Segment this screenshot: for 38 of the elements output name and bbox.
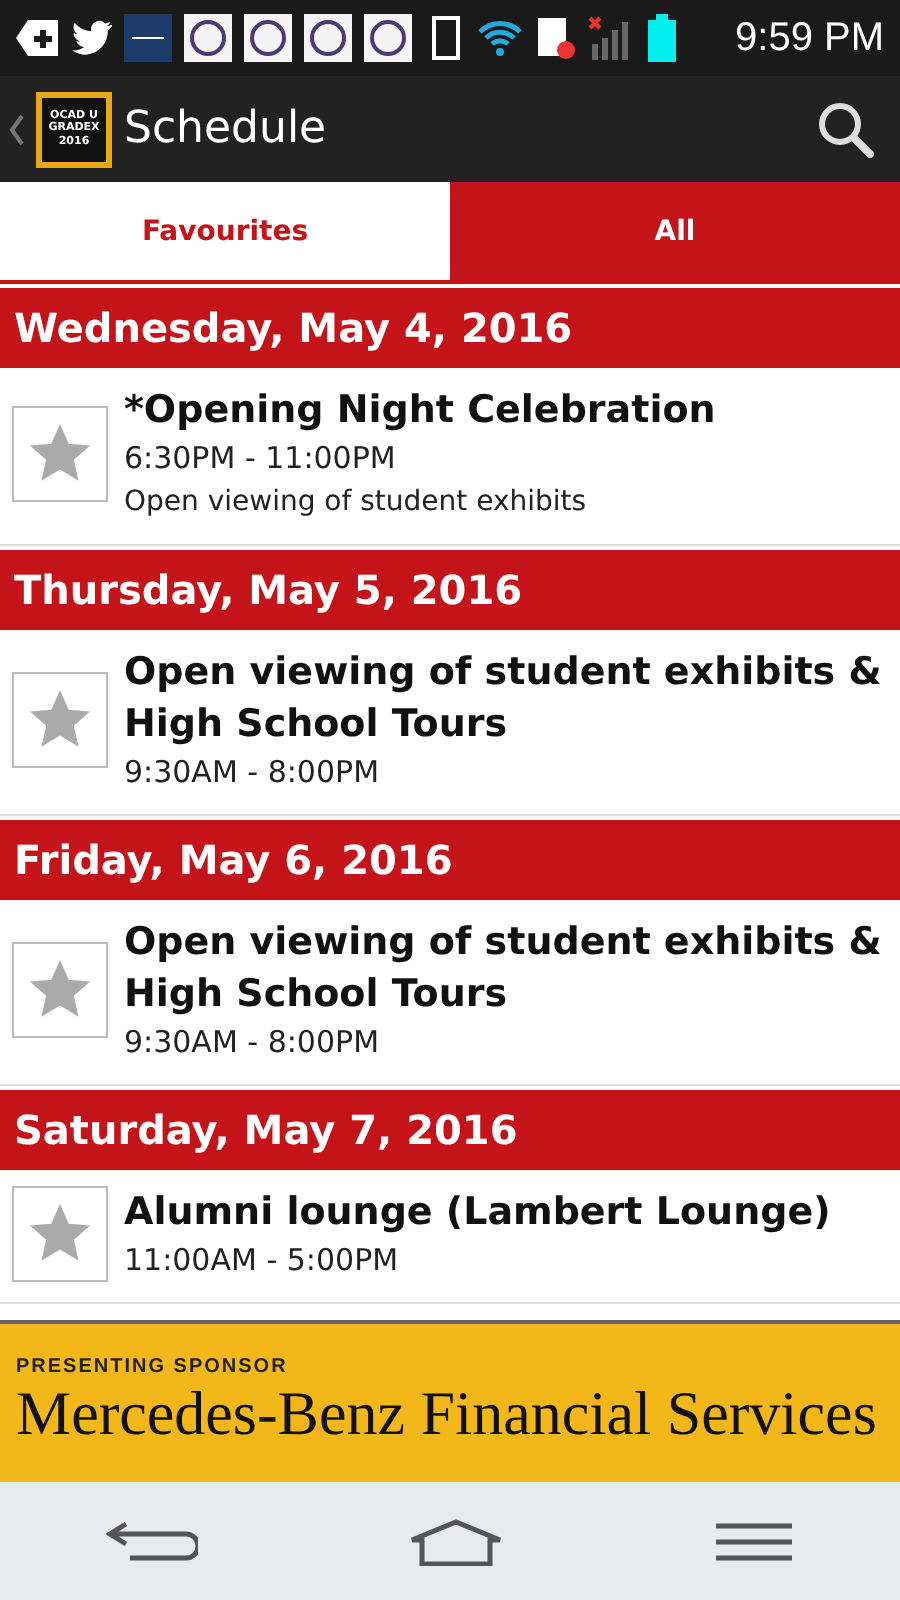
- sponsor-banner[interactable]: PRESENTING SPONSOR Mercedes-Benz Financial Services: [0, 1320, 900, 1482]
- sponsor-label: PRESENTING SPONSOR: [16, 1356, 290, 1378]
- back-caret-icon[interactable]: [8, 113, 24, 145]
- screen-title: Schedule: [124, 104, 327, 154]
- plus-icon: [16, 18, 60, 58]
- favourite-button[interactable]: [12, 1186, 108, 1282]
- event-time: 9:30AM - 8:00PM: [124, 752, 382, 794]
- event-title: *Opening Night Celebration: [124, 386, 716, 436]
- event-time: 11:00AM - 5:00PM: [124, 1240, 401, 1282]
- event-title: Open viewing of student exhibits & High School Tours: [124, 918, 884, 1020]
- day-header: Saturday, May 7, 2016: [0, 1090, 900, 1170]
- day-header: Wednesday, May 4, 2016: [0, 288, 900, 368]
- event-row[interactable]: Open viewing of student exhibits & High School Tours 9:30AM - 8:00PM: [0, 900, 900, 1086]
- sim-card-icon: [536, 16, 576, 60]
- event-title: Open viewing of student exhibits & High School Tours: [124, 648, 884, 750]
- sponsor-name: Mercedes-Benz Financial Services: [16, 1378, 879, 1450]
- day-header: Thursday, May 5, 2016: [0, 550, 900, 630]
- favourite-button[interactable]: [12, 942, 108, 1038]
- favourite-button[interactable]: [12, 406, 108, 502]
- crest-icon: [244, 14, 292, 62]
- battery-icon: [648, 14, 676, 62]
- tab[interactable]: All: [450, 182, 900, 284]
- crest-icon: [304, 14, 352, 62]
- crest-icon: [364, 14, 412, 62]
- event-time: 6:30PM - 11:00PM: [124, 438, 398, 480]
- event-title: Alumni lounge (Lambert Lounge): [124, 1188, 831, 1238]
- event-description: Open viewing of student exhibits: [124, 484, 589, 522]
- clock-time: 9:59 PM: [735, 15, 884, 61]
- crest-icon: [184, 14, 232, 62]
- wifi-icon: [476, 18, 524, 58]
- day-header: Friday, May 6, 2016: [0, 820, 900, 900]
- event-row[interactable]: *Opening Night Celebration 6:30PM - 11:00PM Open viewing of student exhibits: [0, 368, 900, 546]
- bird-icon: [72, 20, 112, 56]
- event-row[interactable]: Alumni lounge (Lambert Lounge) 11:00AM - 5:00PM: [0, 1170, 900, 1304]
- event-row[interactable]: Open viewing of student exhibits & High School Tours 9:30AM - 8:00PM: [0, 630, 900, 816]
- favourite-button[interactable]: [12, 672, 108, 768]
- event-time: 9:30AM - 8:00PM: [124, 1022, 382, 1064]
- app-icon: [124, 14, 172, 62]
